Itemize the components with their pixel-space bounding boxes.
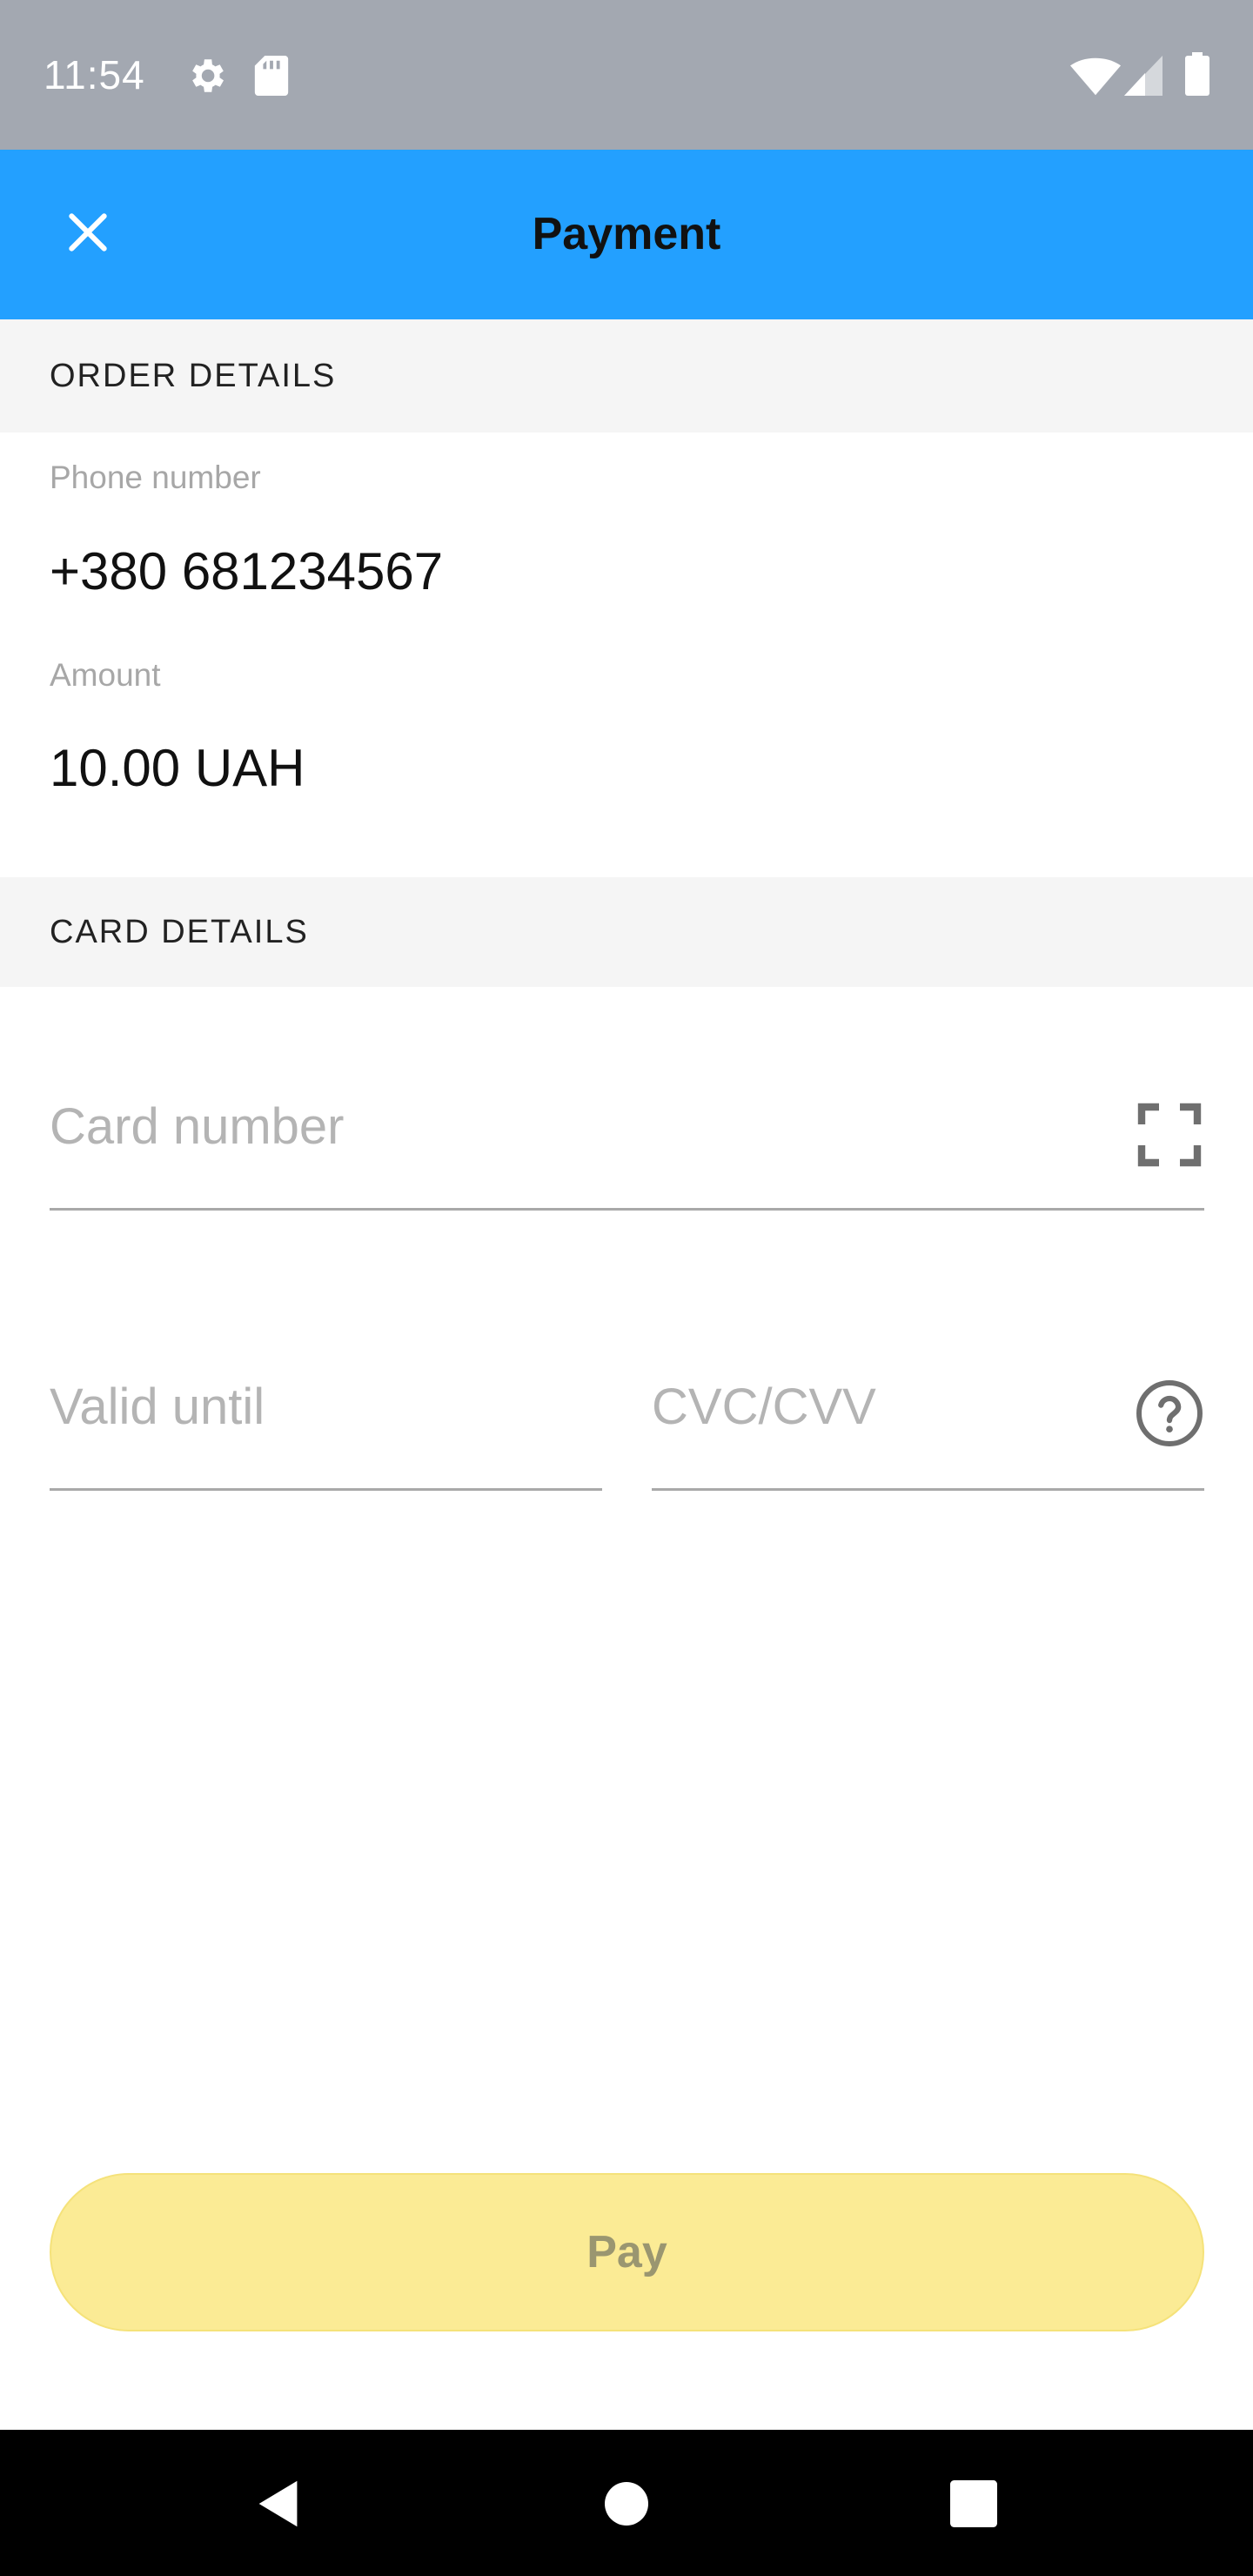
phone-number-value: +380 681234567 xyxy=(50,542,444,600)
back-icon xyxy=(249,2480,310,2538)
cvc-input[interactable]: CVC/CVV xyxy=(652,1340,1122,1488)
home-icon xyxy=(605,2482,648,2529)
cell-signal-icon xyxy=(1124,56,1163,96)
help-circle-icon xyxy=(1133,1380,1206,1453)
app-bar: Payment xyxy=(0,150,1253,319)
sd-card-icon xyxy=(254,56,289,96)
cvc-help-button[interactable] xyxy=(1133,1377,1206,1450)
pay-button[interactable]: Pay xyxy=(50,2173,1204,2331)
valid-until-input[interactable]: Valid until xyxy=(50,1340,602,1488)
back-button[interactable] xyxy=(249,2473,310,2534)
recents-button[interactable] xyxy=(950,2480,997,2527)
status-time: 11:54 xyxy=(44,52,145,97)
wifi-icon xyxy=(1070,57,1121,96)
recents-icon xyxy=(950,2480,997,2531)
scan-card-button[interactable] xyxy=(1131,1097,1208,1173)
card-number-placeholder: Card number xyxy=(50,1098,345,1155)
payment-screen: 11:54 Payment ORDER DETAILS Phone number… xyxy=(0,0,1253,2576)
battery-icon xyxy=(1185,52,1209,96)
cvc-placeholder: CVC/CVV xyxy=(652,1379,876,1435)
page-title: Payment xyxy=(532,209,721,259)
pay-button-label: Pay xyxy=(586,2227,667,2277)
cvc-underline xyxy=(652,1488,1204,1491)
home-button[interactable] xyxy=(605,2482,648,2526)
valid-until-underline xyxy=(50,1488,602,1491)
card-number-input[interactable]: Card number xyxy=(50,1062,1111,1210)
card-details-header: CARD DETAILS xyxy=(0,877,1253,987)
scan-card-icon xyxy=(1131,1103,1208,1177)
amount-value: 10.00 UAH xyxy=(50,739,305,797)
amount-label: Amount xyxy=(50,657,161,693)
gear-icon xyxy=(184,54,228,97)
card-number-underline xyxy=(50,1208,1204,1211)
order-details-header: ORDER DETAILS xyxy=(0,319,1253,433)
navigation-bar xyxy=(0,2430,1253,2576)
status-bar: 11:54 xyxy=(0,0,1253,150)
valid-until-placeholder: Valid until xyxy=(50,1379,265,1435)
phone-number-label: Phone number xyxy=(50,460,261,495)
